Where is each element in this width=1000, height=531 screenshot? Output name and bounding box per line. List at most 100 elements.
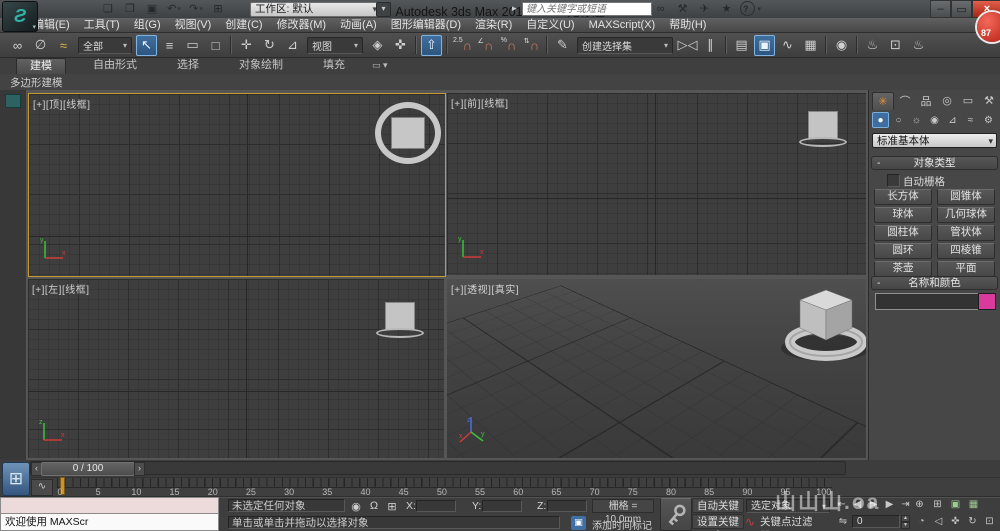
autogrid-checkbox[interactable] — [887, 174, 900, 187]
select-and-rotate-icon[interactable]: ↻ — [259, 35, 280, 56]
absolute-mode-icon[interactable]: ⊞ — [384, 499, 400, 513]
viewport-label-top[interactable]: [+][顶][线框] — [33, 96, 91, 111]
name-color-rollout-header[interactable]: - 名称和颜色 — [871, 276, 998, 290]
ribbon-tab[interactable]: 自由形式 — [80, 58, 150, 74]
zoom-extents-button[interactable]: ▣ — [948, 497, 963, 512]
orbit-button[interactable]: ↻ — [965, 514, 980, 529]
isolate-toggle-icon[interactable]: ▣ — [571, 516, 586, 530]
bind-to-spacewarp-icon[interactable]: ≈ — [53, 35, 74, 56]
viewport-layout-button[interactable]: ⊞ — [2, 462, 30, 496]
time-config-button[interactable]: ◔ — [914, 514, 929, 529]
object-type-button[interactable]: 圆柱体 — [874, 225, 932, 241]
next-frame-arrow[interactable]: › — [134, 462, 145, 476]
time-slider-track[interactable] — [30, 461, 846, 475]
x-coordinate-field[interactable] — [416, 500, 456, 512]
object-color-swatch[interactable] — [978, 293, 996, 310]
lights-subtab[interactable]: ☼ — [908, 112, 925, 128]
y-coordinate-field[interactable] — [482, 500, 522, 512]
selected-filter-dropdown[interactable]: 选定对象 — [746, 499, 830, 513]
torus-object-left-view[interactable] — [376, 328, 424, 338]
percent-snap-icon[interactable]: % ∩ — [498, 35, 519, 56]
menu-item[interactable]: MAXScript(X) — [582, 18, 663, 33]
object-type-button[interactable]: 几何球体 — [937, 207, 995, 223]
vertical-ribbon-tab-icon[interactable] — [5, 94, 21, 108]
new-scene-icon[interactable]: ❏ — [98, 1, 118, 16]
search-binoculars-icon[interactable]: ∞ — [652, 2, 669, 16]
reference-coordinate-dropdown[interactable]: 视图 — [307, 36, 363, 54]
select-object-icon[interactable]: ↖ — [136, 34, 157, 56]
search-input[interactable] — [522, 2, 652, 16]
wrench-icon[interactable]: ⚒ — [674, 2, 691, 16]
key-filters-button[interactable]: 关键点过滤器... — [759, 514, 829, 531]
maxscript-mini-listener[interactable] — [0, 497, 219, 514]
viewport-left[interactable]: [+][左][线框] z x — [28, 279, 444, 458]
menu-item[interactable]: 组(G) — [127, 18, 168, 33]
object-name-field[interactable] — [875, 293, 979, 310]
box-and-torus-objects[interactable] — [764, 282, 866, 367]
systems-subtab[interactable]: ⚙ — [980, 112, 997, 128]
box-object-top-view[interactable] — [391, 117, 425, 149]
object-type-button[interactable]: 球体 — [874, 207, 932, 223]
viewport-perspective[interactable]: [+][透视][真实] z x y — [447, 279, 866, 458]
communication-icon[interactable]: ✈ — [696, 2, 713, 16]
pan-button[interactable]: ✜ — [948, 514, 963, 529]
ribbon-toggle-icon[interactable]: ▣ — [754, 34, 775, 56]
minimize-button[interactable]: – — [930, 0, 951, 18]
material-editor-icon[interactable]: ◉ — [831, 35, 852, 56]
next-frame-button[interactable]: ▶ — [882, 497, 897, 512]
rendered-frame-icon[interactable]: ⊡ — [885, 35, 906, 56]
angle-snap-icon[interactable]: ∠ ∩ — [475, 35, 496, 56]
motion-tab[interactable]: ◎ — [937, 92, 957, 109]
mirror-icon[interactable]: ▷◁ — [677, 35, 698, 56]
render-setup-icon[interactable]: ♨ — [862, 35, 883, 56]
create-tab[interactable]: ✳ — [872, 92, 894, 110]
hierarchy-tab[interactable]: 品 — [916, 92, 936, 109]
zoom-button[interactable]: ⊕ — [912, 497, 927, 512]
object-type-button[interactable]: 圆锥体 — [937, 189, 995, 205]
menu-item[interactable]: 创建(C) — [218, 18, 269, 33]
favorites-star-icon[interactable]: ★ — [718, 2, 735, 16]
redo-icon[interactable]: ↷ — [186, 1, 206, 16]
menu-item[interactable]: 帮助(H) — [662, 18, 713, 33]
current-frame-field[interactable]: 0 — [852, 515, 900, 528]
primitive-category-dropdown[interactable]: 标准基本体 — [872, 133, 997, 149]
z-coordinate-field[interactable] — [547, 500, 587, 512]
ribbon-panel-polygon-modeling[interactable]: 多边形建模 — [10, 75, 63, 90]
search-history-arrow-icon[interactable]: ▸ — [512, 3, 517, 14]
object-type-button[interactable]: 茶壶 — [874, 261, 932, 277]
menu-item[interactable]: 图形编辑器(D) — [384, 18, 468, 33]
isolate-selection-icon[interactable]: ◉ — [348, 499, 364, 513]
torus-object-front-view[interactable] — [799, 137, 847, 147]
use-pivot-center-icon[interactable]: ◈ — [367, 35, 388, 56]
unlink-selection-icon[interactable]: ∅ — [30, 35, 51, 56]
schematic-view-icon[interactable]: ▦ — [800, 35, 821, 56]
ribbon-tab[interactable]: 填充 — [310, 58, 358, 74]
auto-key-button[interactable]: 自动关键点 — [692, 498, 744, 526]
spinner-up-icon[interactable]: ▲ — [901, 515, 910, 522]
object-type-button[interactable]: 长方体 — [874, 189, 932, 205]
viewport-top[interactable]: [+][顶][线框] y x — [28, 93, 446, 277]
object-type-button[interactable]: 四棱锥 — [937, 243, 995, 259]
undo-icon[interactable]: ↶ — [164, 1, 184, 16]
menu-item[interactable]: 渲染(R) — [468, 18, 519, 33]
geometry-subtab[interactable]: ● — [872, 112, 889, 128]
maximize-button[interactable]: ▭ — [951, 0, 972, 18]
spinner-down-icon[interactable]: ▼ — [901, 522, 910, 529]
help-icon[interactable]: ? — [740, 1, 755, 16]
keyboard-override-icon[interactable]: ⇧ — [421, 34, 442, 56]
menu-item[interactable]: 修改器(M) — [270, 18, 334, 33]
ribbon-tab[interactable]: 建模 — [16, 58, 66, 74]
play-button[interactable]: ▶ — [866, 497, 881, 512]
menu-item[interactable]: 动画(A) — [333, 18, 384, 33]
helpers-subtab[interactable]: ⊿ — [944, 112, 961, 128]
save-file-icon[interactable]: ▣ — [142, 1, 162, 16]
utilities-tab[interactable]: ⚒ — [979, 92, 999, 109]
shapes-subtab[interactable]: ○ — [890, 112, 907, 128]
maximize-viewport-button[interactable]: ⊡ — [982, 514, 997, 529]
viewport-front[interactable]: [+][前][线框] y x — [447, 93, 866, 275]
select-and-manipulate-icon[interactable]: ✜ — [390, 35, 411, 56]
rectangular-selection-icon[interactable]: ▭ — [182, 35, 203, 56]
viewport-label-left[interactable]: [+][左][线框] — [32, 281, 90, 296]
object-type-button[interactable]: 平面 — [937, 261, 995, 277]
render-production-icon[interactable]: ♨ — [908, 35, 929, 56]
